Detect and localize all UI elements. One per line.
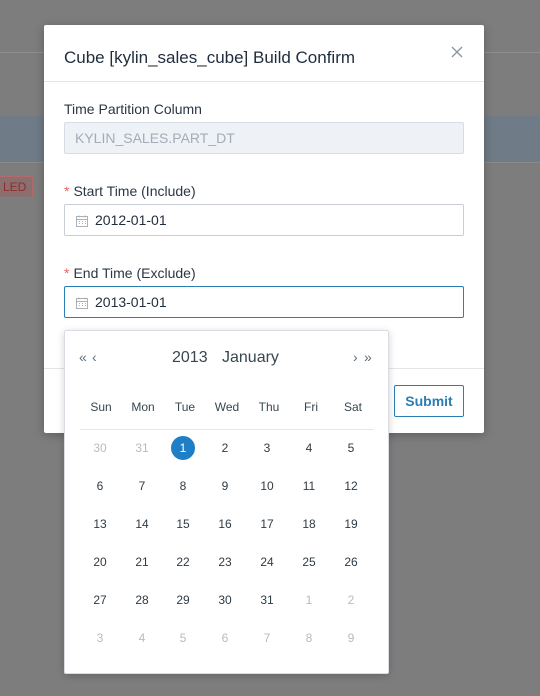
calendar-day[interactable]: 1 (297, 588, 321, 612)
calendar-day[interactable]: 20 (88, 550, 112, 574)
calendar-day[interactable]: 3 (88, 626, 112, 650)
calendar-day[interactable]: 25 (297, 550, 321, 574)
end-time-label: * End Time (Exclude) (64, 265, 196, 281)
calendar-day[interactable]: 17 (255, 512, 279, 536)
calendar-day[interactable]: 4 (130, 626, 154, 650)
calendar-day[interactable]: 24 (255, 550, 279, 574)
partition-column-field: KYLIN_SALES.PART_DT (64, 122, 464, 154)
calendar-day[interactable]: 6 (88, 474, 112, 498)
calendar-day[interactable]: 4 (297, 436, 321, 460)
weekday-label: Sun (90, 400, 112, 414)
calendar-day[interactable]: 15 (171, 512, 195, 536)
calendar-day[interactable]: 23 (213, 550, 237, 574)
submit-button[interactable]: Submit (394, 385, 464, 417)
date-picker-popup: « ‹ 2013 January › » Sun Mon Tue Wed Thu… (64, 330, 389, 674)
weekday-label: Mon (131, 400, 155, 414)
next-year-button[interactable]: » (364, 349, 372, 365)
month-label[interactable]: January (222, 349, 279, 367)
calendar-day[interactable]: 21 (130, 550, 154, 574)
calendar-day[interactable]: 22 (171, 550, 195, 574)
weekday-label: Thu (258, 400, 280, 414)
end-time-label-text: End Time (Exclude) (73, 265, 196, 281)
start-time-label-text: Start Time (Include) (73, 183, 196, 199)
calendar-day[interactable]: 13 (88, 512, 112, 536)
year-label[interactable]: 2013 (172, 349, 208, 367)
prev-year-button[interactable]: « (79, 349, 87, 365)
calendar-icon (76, 214, 88, 230)
calendar-day[interactable]: 11 (297, 474, 321, 498)
close-icon[interactable] (450, 45, 464, 59)
calendar-day[interactable]: 29 (171, 588, 195, 612)
calendar-day[interactable]: 3 (255, 436, 279, 460)
weekday-label: Fri (304, 400, 318, 414)
weekday-label: Tue (174, 400, 196, 414)
date-picker-header: « ‹ 2013 January › » (65, 331, 388, 383)
calendar-day[interactable]: 9 (339, 626, 363, 650)
partition-column-value: KYLIN_SALES.PART_DT (75, 130, 235, 146)
calendar-day[interactable]: 7 (130, 474, 154, 498)
start-time-input[interactable]: 2012-01-01 (64, 204, 464, 236)
calendar-day[interactable]: 31 (130, 436, 154, 460)
calendar-day[interactable]: 31 (255, 588, 279, 612)
calendar-day[interactable]: 2 (339, 588, 363, 612)
calendar-day[interactable]: 1 (171, 436, 195, 460)
weekday-label: Wed (214, 400, 240, 414)
partition-column-label: Time Partition Column (64, 101, 202, 117)
weekday-label: Sat (343, 400, 362, 414)
calendar-day[interactable]: 7 (255, 626, 279, 650)
calendar-day[interactable]: 5 (339, 436, 363, 460)
status-badge: LED (0, 176, 34, 198)
calendar-day[interactable]: 14 (130, 512, 154, 536)
dialog-title: Cube [kylin_sales_cube] Build Confirm (64, 48, 356, 67)
calendar-day[interactable]: 18 (297, 512, 321, 536)
calendar-day[interactable]: 10 (255, 474, 279, 498)
calendar-day[interactable]: 8 (171, 474, 195, 498)
calendar-day[interactable]: 2 (213, 436, 237, 460)
calendar-day[interactable]: 30 (88, 436, 112, 460)
required-mark: * (64, 265, 70, 281)
calendar-day[interactable]: 16 (213, 512, 237, 536)
calendar-day[interactable]: 26 (339, 550, 363, 574)
required-mark: * (64, 183, 70, 199)
start-time-value: 2012-01-01 (95, 212, 167, 228)
next-month-button[interactable]: › (353, 349, 357, 365)
calendar-day[interactable]: 6 (213, 626, 237, 650)
dialog-header: Cube [kylin_sales_cube] Build Confirm (44, 25, 484, 82)
calendar-day[interactable]: 8 (297, 626, 321, 650)
calendar-icon (76, 296, 88, 312)
end-time-input[interactable]: 2013-01-01 (64, 286, 464, 318)
calendar-day[interactable]: 12 (339, 474, 363, 498)
calendar-day[interactable]: 5 (171, 626, 195, 650)
prev-month-button[interactable]: ‹ (92, 349, 96, 365)
start-time-label: * Start Time (Include) (64, 183, 196, 199)
calendar-day[interactable]: 19 (339, 512, 363, 536)
end-time-value: 2013-01-01 (95, 294, 167, 310)
calendar-day[interactable]: 27 (88, 588, 112, 612)
calendar-day[interactable]: 9 (213, 474, 237, 498)
weekday-header-row: Sun Mon Tue Wed Thu Fri Sat (80, 400, 374, 430)
calendar-day[interactable]: 28 (130, 588, 154, 612)
calendar-day[interactable]: 30 (213, 588, 237, 612)
